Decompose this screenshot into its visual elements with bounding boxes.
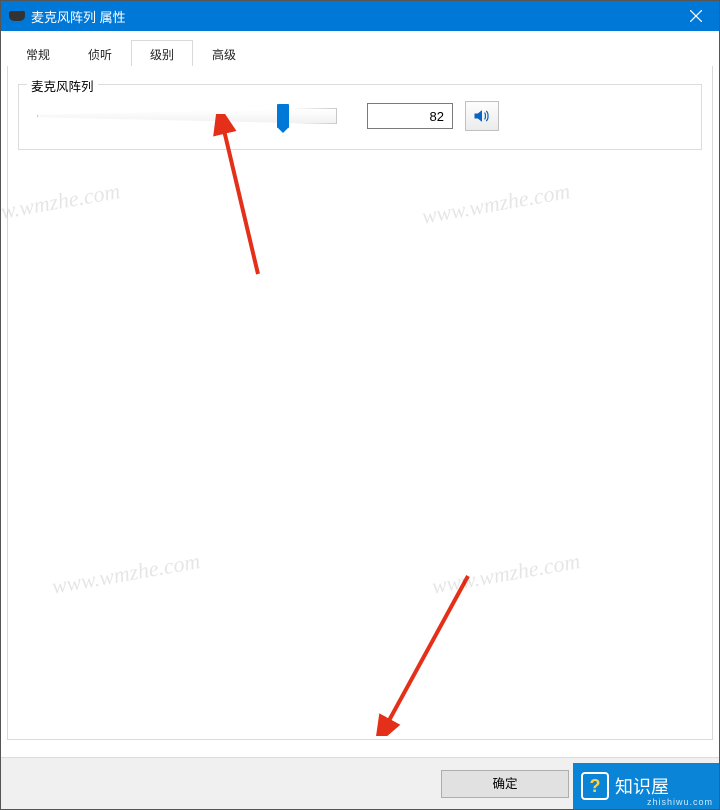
mute-toggle-button[interactable]: [465, 101, 499, 131]
tab-strip: 常规 侦听 级别 高级: [1, 31, 719, 67]
window-title: 麦克风阵列 属性: [31, 7, 673, 26]
slider-track: [37, 108, 337, 124]
close-button[interactable]: [673, 1, 719, 31]
tab-panel-levels: 麦克风阵列: [7, 66, 713, 740]
site-logo-text: 知识屋: [615, 773, 669, 799]
tab-listen[interactable]: 侦听: [69, 40, 131, 67]
ok-button[interactable]: 确定: [441, 770, 569, 798]
slider-thumb[interactable]: [277, 104, 289, 128]
tab-advanced[interactable]: 高级: [193, 40, 255, 67]
tab-levels[interactable]: 级别: [131, 40, 193, 67]
speaker-on-icon: [472, 106, 492, 126]
mic-level-slider[interactable]: [37, 102, 337, 130]
site-logo-domain: zhishiwu.com: [647, 797, 713, 807]
close-icon: [690, 10, 702, 22]
annotation-arrow-ok: [368, 566, 488, 736]
tab-general[interactable]: 常规: [7, 40, 69, 67]
site-logo-icon: ?: [581, 772, 609, 800]
mic-level-value[interactable]: [367, 103, 453, 129]
mic-level-group: 麦克风阵列: [18, 84, 702, 150]
window-icon: [9, 11, 25, 21]
mic-level-group-label: 麦克风阵列: [27, 76, 98, 95]
site-logo: ? 知识屋 zhishiwu.com: [573, 763, 719, 809]
title-bar: 麦克风阵列 属性: [1, 1, 719, 31]
